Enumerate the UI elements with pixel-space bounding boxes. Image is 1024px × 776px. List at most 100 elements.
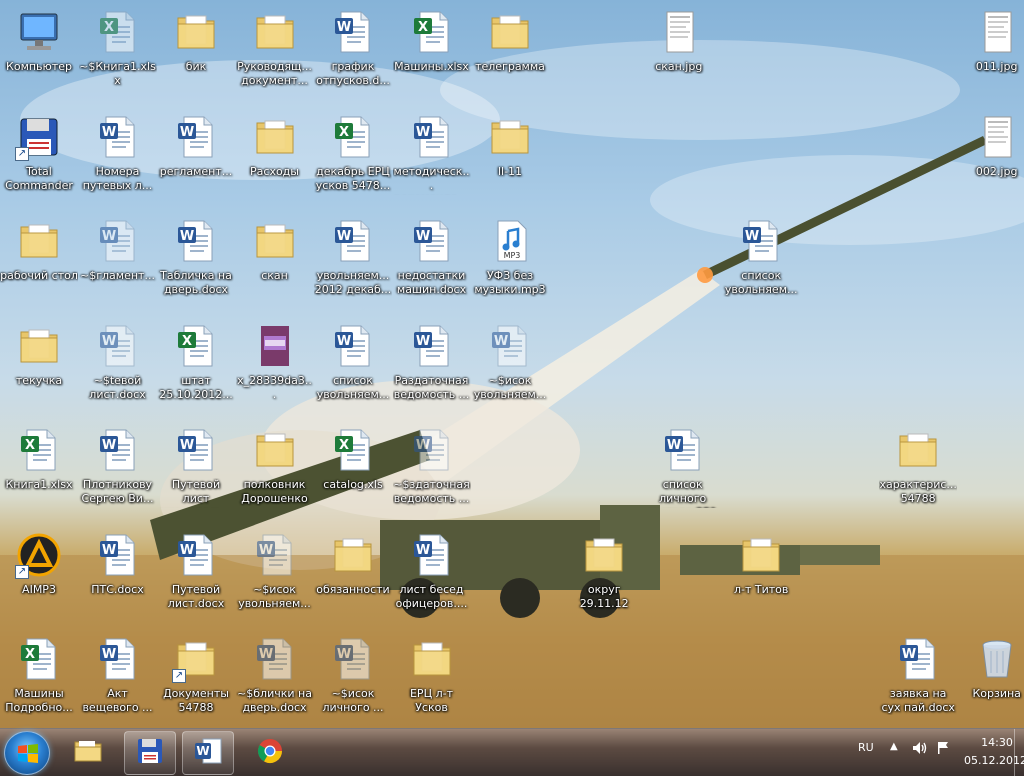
folder-icon — [894, 426, 942, 474]
desktop-icon[interactable]: Wсписок увольняем... — [314, 316, 392, 416]
desktop-icon[interactable]: л-т Титов — [722, 525, 800, 625]
desktop-icon[interactable]: округ 29.11.12 — [565, 525, 643, 625]
desktop-icon[interactable]: Wметодическ... рекоменда... — [393, 107, 471, 207]
start-button[interactable] — [4, 731, 50, 775]
svg-text:W: W — [101, 334, 115, 349]
desktop-icon[interactable]: ↗ Документы 54788 — [157, 629, 235, 728]
desktop-icon[interactable]: W ~$tевой лист.docx — [79, 316, 157, 416]
desktop-icon[interactable]: Wсписок личного состава 251 роты.docx — [644, 420, 722, 520]
volume-icon[interactable] — [912, 741, 928, 758]
folder-icon — [15, 322, 63, 370]
taskbar-button-total-commander[interactable] — [124, 731, 176, 775]
svg-text:W: W — [337, 647, 351, 662]
desktop-icon[interactable]: скан.jpg — [640, 2, 718, 102]
desktop-icon[interactable]: скан — [236, 211, 314, 311]
desktop-icon-label: ~$исок увольняем... — [473, 373, 547, 401]
desktop-icon-label: Документы 54788 — [163, 687, 229, 714]
desktop-icon[interactable]: рабочий стол — [0, 211, 78, 311]
desktop-icon[interactable]: Wрегламент... — [157, 107, 235, 207]
svg-text:W: W — [196, 744, 209, 758]
desktop[interactable]: Компьютер X ~$Книга1.xlsx бик Руководящ... … — [0, 0, 1024, 728]
desktop-icon[interactable]: W ~$здаточная ведомость ... — [393, 420, 471, 520]
image-file-icon — [973, 113, 1021, 161]
desktop-icon[interactable]: Корзина — [958, 629, 1024, 728]
desktop-icon[interactable]: x_28339da3... — [236, 316, 314, 416]
desktop-icon[interactable]: ЕРЦ л-т Усков — [393, 629, 471, 728]
desktop-icon[interactable]: характерис... 54788 — [879, 420, 957, 520]
desktop-icon[interactable]: телеграмма — [471, 2, 549, 102]
desktop-icon[interactable]: W ~$исок увольняем... — [236, 525, 314, 625]
desktop-icon-label: телеграмма — [475, 60, 545, 73]
desktop-icon[interactable]: X Книга1.xlsx — [0, 420, 78, 520]
desktop-icon[interactable]: Компьютер — [0, 2, 78, 102]
desktop-icon[interactable]: W Акт вещевого ... — [79, 629, 157, 728]
desktop-icon[interactable]: MP3 УФЗ без музыки.mp3 — [471, 211, 549, 311]
word-document-icon: W — [94, 426, 142, 474]
shortcut-arrow-icon: ↗ — [15, 564, 29, 579]
desktop-icon[interactable]: W ПТС.docx — [79, 525, 157, 625]
desktop-icon-label: ~$tевой лист.docx — [89, 373, 146, 401]
taskbar-button-word[interactable]: W — [182, 731, 234, 775]
desktop-icon[interactable]: W Путевой лист.docx — [157, 525, 235, 625]
desktop-icon-label: скан.jpg — [655, 60, 703, 73]
desktop-icon-label: недостатки машин.docx — [396, 269, 467, 296]
taskbar-button-chrome[interactable] — [244, 731, 296, 775]
desktop-icon[interactable]: Wграфик отпусков.d... — [314, 2, 392, 102]
desktop-icon[interactable]: полковник Дорошенко — [236, 420, 314, 520]
word-icon: W — [193, 737, 223, 769]
desktop-icon[interactable]: Wзаявка на сух пай.docx — [879, 629, 957, 728]
desktop-icon[interactable]: ll-11 — [471, 107, 549, 207]
show-desktop-button[interactable] — [1014, 729, 1024, 776]
desktop-icon[interactable]: 011.jpg — [958, 2, 1024, 102]
svg-text:W: W — [337, 334, 351, 349]
desktop-icon[interactable]: ↗ Total Commander — [0, 107, 78, 207]
desktop-icon[interactable]: Руководящ... документ... — [236, 2, 314, 102]
desktop-icon-label: регламент... — [159, 164, 233, 178]
word-document-icon: W — [172, 426, 220, 474]
desktop-icon[interactable]: Xcatalog.xls — [314, 420, 392, 520]
desktop-icon[interactable]: W Табличка на дверь.docx — [157, 211, 235, 311]
svg-text:W: W — [258, 647, 272, 662]
desktop-icon[interactable]: W Раздаточная ведомость ... — [393, 316, 471, 416]
desktop-icon[interactable]: ↗ AIMP3 — [0, 525, 78, 625]
desktop-icon-label: список личного состава 251 роты.docx — [648, 478, 718, 508]
desktop-icon[interactable]: текучка — [0, 316, 78, 416]
word-document-icon: W — [659, 426, 707, 474]
language-indicator[interactable]: RU — [858, 741, 874, 754]
svg-text:W: W — [101, 438, 115, 453]
word-document-icon: W — [251, 531, 299, 579]
desktop-icon[interactable]: W Путевой лист еженедель... — [157, 420, 235, 520]
desktop-icon[interactable]: бик — [157, 2, 235, 102]
desktop-icon[interactable]: Расходы — [236, 107, 314, 207]
desktop-icon[interactable]: W Плотникову Сергею Ви... — [79, 420, 157, 520]
desktop-icon-label: Плотникову Сергею Ви... — [81, 478, 154, 505]
desktop-icon[interactable]: Xдекабрь ЕРЦ усков 5478... — [314, 107, 392, 207]
svg-text:W: W — [415, 543, 429, 558]
action-center-flag-icon[interactable] — [936, 741, 950, 758]
svg-text:W: W — [337, 20, 351, 35]
desktop-icon[interactable]: 002.jpg — [958, 107, 1024, 207]
taskbar-button-explorer[interactable] — [62, 731, 114, 775]
desktop-icon[interactable]: W ~$гламент... — [79, 211, 157, 311]
desktop-icon[interactable]: W ~$исок личного ... — [314, 629, 392, 728]
desktop-icon[interactable]: Wсписок увольняем... — [722, 211, 800, 311]
desktop-icon-label: catalog.xls — [323, 478, 383, 491]
desktop-icon[interactable]: W ~$блички на дверь.docx — [236, 629, 314, 728]
desktop-icon-label: штат 25.10.2012... — [159, 373, 233, 401]
desktop-icon[interactable]: X ~$Книга1.xlsx — [79, 2, 157, 102]
desktop-icon[interactable]: Xштат 25.10.2012... — [157, 316, 235, 416]
desktop-icon[interactable]: X Машины Подробно... — [0, 629, 78, 728]
folder-icon — [251, 8, 299, 56]
desktop-icon[interactable]: Wнедостатки машин.docx — [393, 211, 471, 311]
svg-text:W: W — [415, 438, 429, 453]
desktop-icon[interactable]: Wлист бесед офицеров.... — [393, 525, 471, 625]
desktop-icon[interactable]: Wувольняем... 2012 декаб... — [314, 211, 392, 311]
desktop-icon[interactable]: обязанности — [314, 525, 392, 625]
desktop-icon-label: Расходы — [250, 164, 299, 178]
desktop-icon[interactable]: W ~$исок увольняем... — [471, 316, 549, 416]
desktop-icon[interactable]: W Номера путевых л... — [79, 107, 157, 207]
aimp-player-icon: ↗ — [15, 531, 63, 579]
show-hidden-icons-button[interactable]: ▲ — [890, 741, 898, 752]
desktop-icon[interactable]: X Машины.xlsx — [393, 2, 471, 102]
folder-icon — [486, 113, 534, 161]
